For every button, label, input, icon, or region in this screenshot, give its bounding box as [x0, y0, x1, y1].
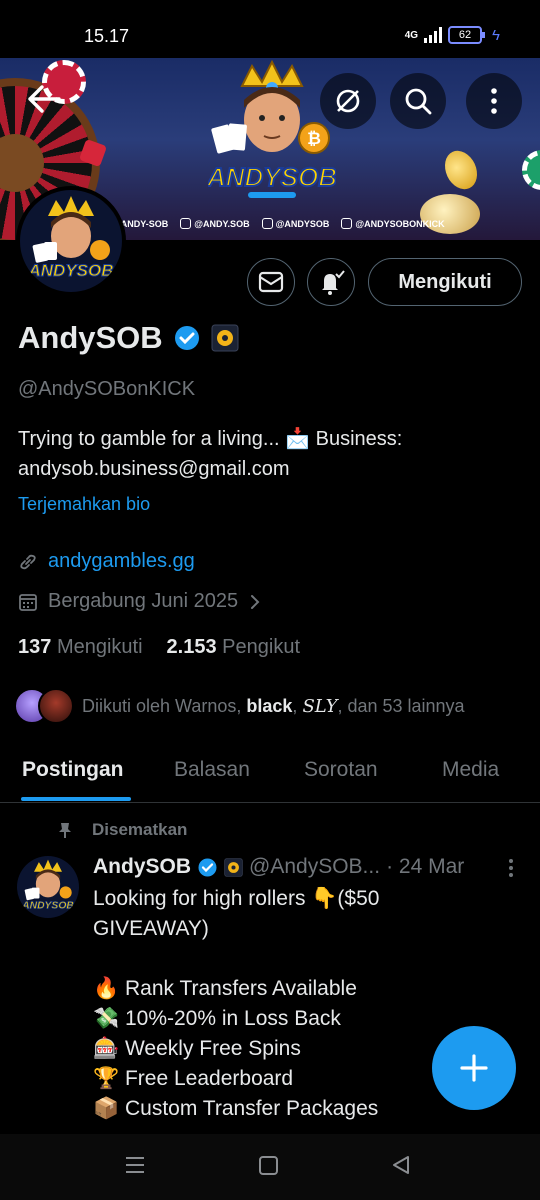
svg-text:₿: ₿ [307, 129, 321, 148]
compose-post-button[interactable] [432, 1026, 516, 1110]
profile-website-row: andygambles.gg [18, 550, 195, 573]
status-time: 15.17 [84, 26, 130, 46]
affiliate-badge-icon[interactable] [211, 324, 239, 352]
calendar-icon [19, 593, 37, 611]
banner-social-3: @ANDYSOB [261, 218, 329, 229]
profile-stats: 137 Mengikuti 2.153 Pengikut [18, 636, 300, 659]
post-author-handle: @AndySOB... [249, 855, 381, 878]
post-line [93, 944, 513, 974]
profile-bio: Trying to gamble for a living... 📩 Busin… [18, 424, 518, 484]
search-button[interactable] [390, 73, 446, 129]
post-line: 🔥 Rank Transfers Available [93, 977, 357, 1000]
kick-icon [261, 218, 273, 229]
profile-avatar[interactable]: ANDYSOB [16, 186, 126, 296]
bio-line-1: Trying to gamble for a living... 📩 Busin… [18, 428, 403, 450]
casino-chip-graphic [522, 150, 540, 190]
signal-icon [424, 27, 443, 43]
tab-replies[interactable]: Balasan [174, 758, 250, 782]
affiliate-badge-icon [224, 857, 243, 877]
bell-check-icon [322, 270, 345, 295]
battery-icon: 62 [448, 26, 486, 44]
network-label: 4G [404, 29, 419, 41]
andysob-banner-logo: ₿ ANDYSOB [208, 60, 336, 198]
coin-graphic [438, 145, 484, 195]
instagram-icon [180, 218, 192, 229]
post-timestamp[interactable]: · 24 Mar [386, 855, 464, 879]
verified-badge-icon [174, 326, 199, 350]
banner-social-2: @ANDY.SOB [180, 218, 250, 229]
post-author-avatar[interactable]: ANDYSOB [17, 856, 79, 918]
followed-by-row[interactable]: Diikuti oleh Warnos, black, SLY, dan 53 … [14, 688, 465, 724]
message-button[interactable] [247, 258, 295, 306]
status-icons: 4G 62 ϟ [405, 26, 500, 44]
svg-text:ANDYSOB: ANDYSOB [27, 261, 113, 280]
post-line: 💸 10%-20% in Loss Back [93, 1007, 341, 1030]
tab-media[interactable]: Media [442, 758, 499, 782]
x-icon [341, 218, 353, 229]
website-link[interactable]: andygambles.gg [48, 550, 195, 573]
post-line: Looking for high rollers 👇($50 [93, 887, 380, 910]
post-more-icon[interactable] [508, 858, 514, 878]
andysob-avatar-image: ANDYSOB [20, 190, 122, 292]
svg-text:ANDYSOB: ANDYSOB [21, 900, 74, 911]
followed-by-text: Diikuti oleh Warnos, black, SLY, dan 53 … [82, 695, 465, 717]
recents-menu-icon[interactable] [124, 1154, 146, 1176]
chevron-right-icon [251, 594, 260, 609]
profile-display-name: AndySOB [18, 320, 163, 355]
grok-button[interactable] [320, 73, 376, 129]
notifications-button[interactable] [307, 258, 355, 306]
followers-stat[interactable]: 2.153 Pengikut [167, 636, 300, 659]
profile-handle: @AndySOBonKICK [18, 378, 196, 400]
post-header: AndySOB @AndySOB... · 24 Mar [93, 855, 523, 879]
envelope-icon [258, 271, 284, 293]
charging-icon: ϟ [492, 26, 500, 44]
link-icon [20, 554, 36, 569]
mutual-avatar-2 [38, 688, 74, 724]
following-stat[interactable]: 137 Mengikuti [18, 636, 143, 659]
back-triangle-icon[interactable] [390, 1154, 412, 1176]
translate-bio-link[interactable]: Terjemahkan bio [18, 494, 150, 515]
grok-icon [336, 89, 360, 113]
home-square-icon[interactable] [258, 1154, 280, 1176]
system-navigation-bar [0, 1134, 540, 1200]
post-line: GIVEAWAY) [93, 917, 209, 940]
tab-highlights[interactable]: Sorotan [304, 758, 378, 782]
more-vertical-icon [491, 88, 497, 114]
pin-icon [59, 823, 71, 838]
joined-date: Bergabung Juni 2025 [48, 590, 239, 612]
plus-icon [460, 1054, 488, 1082]
back-arrow-icon[interactable] [26, 84, 62, 114]
profile-tabs: Postingan Balasan Sorotan Media [0, 740, 540, 803]
profile-joined-row[interactable]: Bergabung Juni 2025 [18, 590, 262, 613]
pinned-label: Disematkan [92, 820, 188, 839]
andysob-avatar-image: ANDYSOB [17, 856, 79, 918]
following-button[interactable]: Mengikuti [368, 258, 522, 306]
banner-social-4: @ANDYSOBONKICK [341, 218, 445, 229]
post-author-name[interactable]: AndySOB [93, 855, 191, 879]
tab-posts[interactable]: Postingan [22, 758, 124, 782]
status-bar: 15.17 4G 62 ϟ [0, 0, 540, 58]
verified-badge-icon [198, 858, 217, 876]
mutual-avatars [14, 688, 74, 724]
svg-text:ANDYSOB: ANDYSOB [208, 162, 336, 192]
active-tab-indicator [21, 797, 131, 801]
profile-name-row: AndySOB [18, 320, 239, 356]
pinned-label-row: Disematkan [56, 820, 187, 840]
search-icon [405, 88, 432, 115]
banner-social-handles: @ANDY-SOB @ANDY.SOB @ANDYSOB @ANDYSOBONK… [112, 218, 445, 229]
more-options-button[interactable] [466, 73, 522, 129]
bio-line-2: andysob.business@gmail.com [18, 458, 290, 480]
